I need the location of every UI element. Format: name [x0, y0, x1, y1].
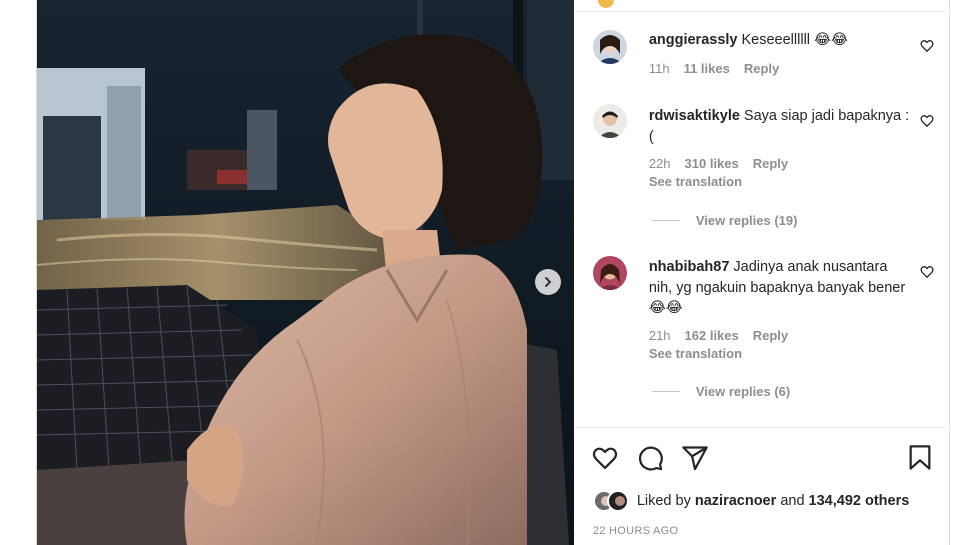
comment-text: nhabibah87 Jadinya anak nusantara nih, yg…: [649, 257, 911, 319]
photo-illustration: [37, 0, 574, 545]
divider: [651, 220, 680, 221]
view-replies-label: View replies (6): [695, 384, 791, 399]
comment-time[interactable]: 11h: [649, 61, 670, 76]
comment-meta: 21h 162 likes Reply: [649, 328, 788, 343]
comment-likes[interactable]: 310 likes: [685, 156, 739, 171]
comment-meta: 22h 310 likes Reply: [649, 156, 788, 171]
heart-icon[interactable]: [591, 444, 619, 472]
post-timestamp[interactable]: 22 HOURS AGO: [593, 525, 679, 537]
post-actions: Liked by naziracnoer and 134,492 others …: [573, 427, 950, 545]
liked-by-prefix: Liked by: [636, 493, 691, 509]
heart-icon[interactable]: [920, 114, 934, 128]
comment-meta: 11h 11 likes Reply: [649, 61, 779, 76]
comment-bubble-icon[interactable]: [636, 444, 664, 472]
next-photo-button[interactable]: [535, 269, 561, 295]
comment-username[interactable]: rdwisaktikyle: [649, 108, 740, 124]
liked-by-conjunction: and: [780, 493, 805, 509]
avatar: [597, 0, 614, 8]
avatar-image: [592, 30, 627, 64]
post-photo: [37, 0, 574, 545]
divider: [651, 391, 680, 392]
liked-by-row: Liked by naziracnoer and 134,492 others: [592, 490, 909, 512]
view-replies-button[interactable]: View replies (6): [651, 384, 791, 399]
view-replies-button[interactable]: View replies (19): [651, 213, 798, 228]
comment-time[interactable]: 22h: [649, 156, 671, 171]
reply-button[interactable]: Reply: [744, 61, 779, 76]
chevron-right-icon: [545, 277, 551, 287]
liked-by-count[interactable]: 134,492 others: [809, 493, 910, 509]
comment-likes[interactable]: 162 likes: [685, 328, 739, 343]
post-container: anggierassly Keseeellllll 😂😂 11h 11 likes…: [36, 0, 950, 545]
comment-body: Keseeellllll 😂😂: [741, 32, 848, 48]
reply-button[interactable]: Reply: [753, 328, 788, 343]
heart-icon[interactable]: [920, 265, 934, 279]
comment-time[interactable]: 21h: [649, 328, 671, 343]
see-translation-link[interactable]: See translation: [649, 346, 742, 361]
avatar-image: [592, 256, 627, 290]
liked-by-username[interactable]: naziracnoer: [695, 493, 776, 509]
avatar[interactable]: [606, 490, 629, 512]
see-translation-link[interactable]: See translation: [649, 174, 742, 189]
comment-username[interactable]: anggierassly: [649, 32, 738, 48]
comment-username[interactable]: nhabibah87: [649, 259, 730, 275]
paper-plane-icon[interactable]: [681, 444, 709, 472]
comment-likes[interactable]: 11 likes: [684, 61, 730, 76]
avatar[interactable]: [592, 30, 627, 64]
view-replies-label: View replies (19): [695, 213, 798, 228]
avatar[interactable]: [592, 104, 627, 138]
comment-text: anggierassly Keseeellllll 😂😂: [649, 30, 911, 51]
comment-text: rdwisaktikyle Saya siap jadi bapaknya :(: [649, 106, 911, 147]
reply-button[interactable]: Reply: [753, 156, 788, 171]
avatar-image: [592, 104, 627, 138]
heart-icon[interactable]: [920, 39, 934, 53]
avatar[interactable]: [592, 256, 627, 290]
comments-panel: anggierassly Keseeellllll 😂😂 11h 11 likes…: [573, 0, 950, 545]
liked-by-text: Liked by naziracnoer and 134,492 others: [637, 493, 909, 509]
bookmark-icon[interactable]: [906, 444, 934, 472]
previous-comment-stub: [573, 0, 950, 12]
